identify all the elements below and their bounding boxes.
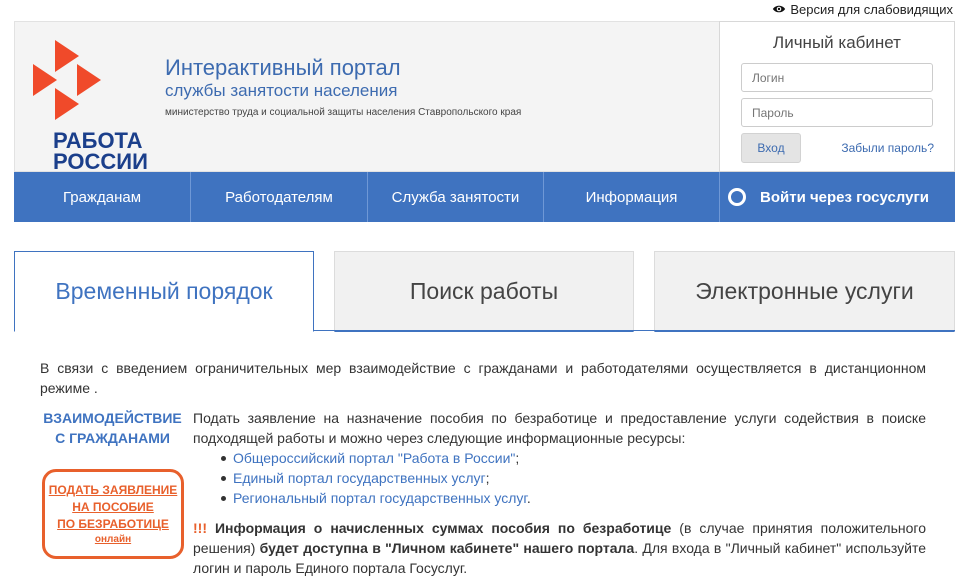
gosuslugi-ring-icon	[728, 188, 746, 206]
login-panel: Личный кабинет Вход Забыли пароль?	[719, 21, 955, 172]
tab-job-search[interactable]: Поиск работы	[334, 251, 634, 332]
apply-line2: НА ПОСОБИЕ	[72, 499, 154, 514]
left-column: ВЗАИМОДЕЙСТВИЕ С ГРАЖДАНАМИ	[40, 408, 185, 448]
nav-item-employment-service[interactable]: Служба занятости	[368, 172, 544, 222]
tab-temporary-order[interactable]: Временный порядок	[14, 251, 314, 332]
logo-arrows-icon	[33, 40, 101, 120]
apply-line4: онлайн	[94, 533, 132, 545]
nav-item-citizens[interactable]: Гражданам	[14, 172, 191, 222]
list-item: Единый портал государственных услуг;	[221, 468, 926, 488]
apply-benefit-online-button[interactable]: ПОДАТЬ ЗАЯВЛЕНИЕ НА ПОСОБИЕ ПО БЕЗРАБОТИ…	[42, 469, 184, 559]
portal-title: Интерактивный портал	[165, 55, 401, 80]
list-item: Общероссийский портал "Работа в России";	[221, 448, 926, 468]
exclamation-marks: !!!	[193, 520, 207, 536]
intro-text: В связи с введением ограничительных мер …	[40, 360, 926, 396]
portal-titles: Интерактивный портал службы занятости на…	[165, 55, 521, 118]
nav-item-information[interactable]: Информация	[544, 172, 720, 222]
resources-text: Подать заявление на назначение пособия п…	[193, 410, 926, 446]
link-tail: ;	[485, 470, 490, 486]
rabota-rossii-logo[interactable]: РАБОТА РОССИИ	[29, 36, 159, 173]
link-regional-portal[interactable]: Региональный портал государственных услу…	[233, 490, 527, 506]
low-vision-link[interactable]: Версия для слабовидящих	[772, 0, 953, 18]
site-header: РАБОТА РОССИИ Интерактивный портал служб…	[14, 21, 719, 173]
login-input[interactable]	[741, 63, 933, 92]
portal-subtitle: службы занятости населения	[165, 81, 398, 100]
logo-text: РАБОТА РОССИИ	[53, 128, 148, 174]
link-tail: ;	[515, 450, 520, 466]
logo-line2: РОССИИ	[53, 149, 148, 174]
benefit-info-text: !!! Информация о начисленных суммах посо…	[193, 518, 926, 578]
tab-divider	[314, 330, 955, 331]
password-input[interactable]	[741, 98, 933, 127]
bold-text-1: Информация о начисленных суммах пособия …	[214, 520, 672, 536]
right-column: Подать заявление на назначение пособия п…	[193, 408, 926, 578]
link-tail: .	[526, 490, 531, 506]
forgot-password-link[interactable]: Забыли пароль?	[841, 141, 934, 155]
low-vision-label: Версия для слабовидящих	[790, 1, 953, 17]
resources-list: Общероссийский портал "Работа в России";…	[221, 448, 926, 508]
link-gosuslugi[interactable]: Единый портал государственных услуг	[233, 470, 486, 486]
logo-line1: РАБОТА	[53, 128, 143, 153]
login-button[interactable]: Вход	[741, 133, 801, 163]
login-title: Личный кабинет	[773, 33, 901, 52]
apply-line1: ПОДАТЬ ЗАЯВЛЕНИЕ	[48, 482, 178, 497]
main-nav: Гражданам Работодателям Служба занятости…	[14, 172, 955, 222]
tab-content: В связи с введением ограничительных мер …	[40, 358, 926, 576]
nav-item-employers[interactable]: Работодателям	[191, 172, 368, 222]
apply-line3: ПО БЕЗРАБОТИЦЕ	[57, 516, 169, 531]
gosuslugi-login-button[interactable]: Войти через госуслуги	[720, 172, 955, 222]
list-item: Региональный портал государственных услу…	[221, 488, 926, 508]
tabs: Временный порядок Поиск работы Электронн…	[14, 251, 955, 332]
eye-icon	[773, 5, 786, 13]
ministry-name: министерство труда и социальной защиты н…	[165, 107, 522, 118]
link-rabota-rossii[interactable]: Общероссийский портал "Работа в России"	[233, 450, 515, 466]
section-heading: ВЗАИМОДЕЙСТВИЕ С ГРАЖДАНАМИ	[43, 410, 182, 446]
tab-e-services[interactable]: Электронные услуги	[654, 251, 955, 332]
bold-text-2: будет доступна в "Личном кабинете" нашег…	[259, 540, 635, 556]
gosuslugi-label: Войти через госуслуги	[760, 188, 929, 206]
